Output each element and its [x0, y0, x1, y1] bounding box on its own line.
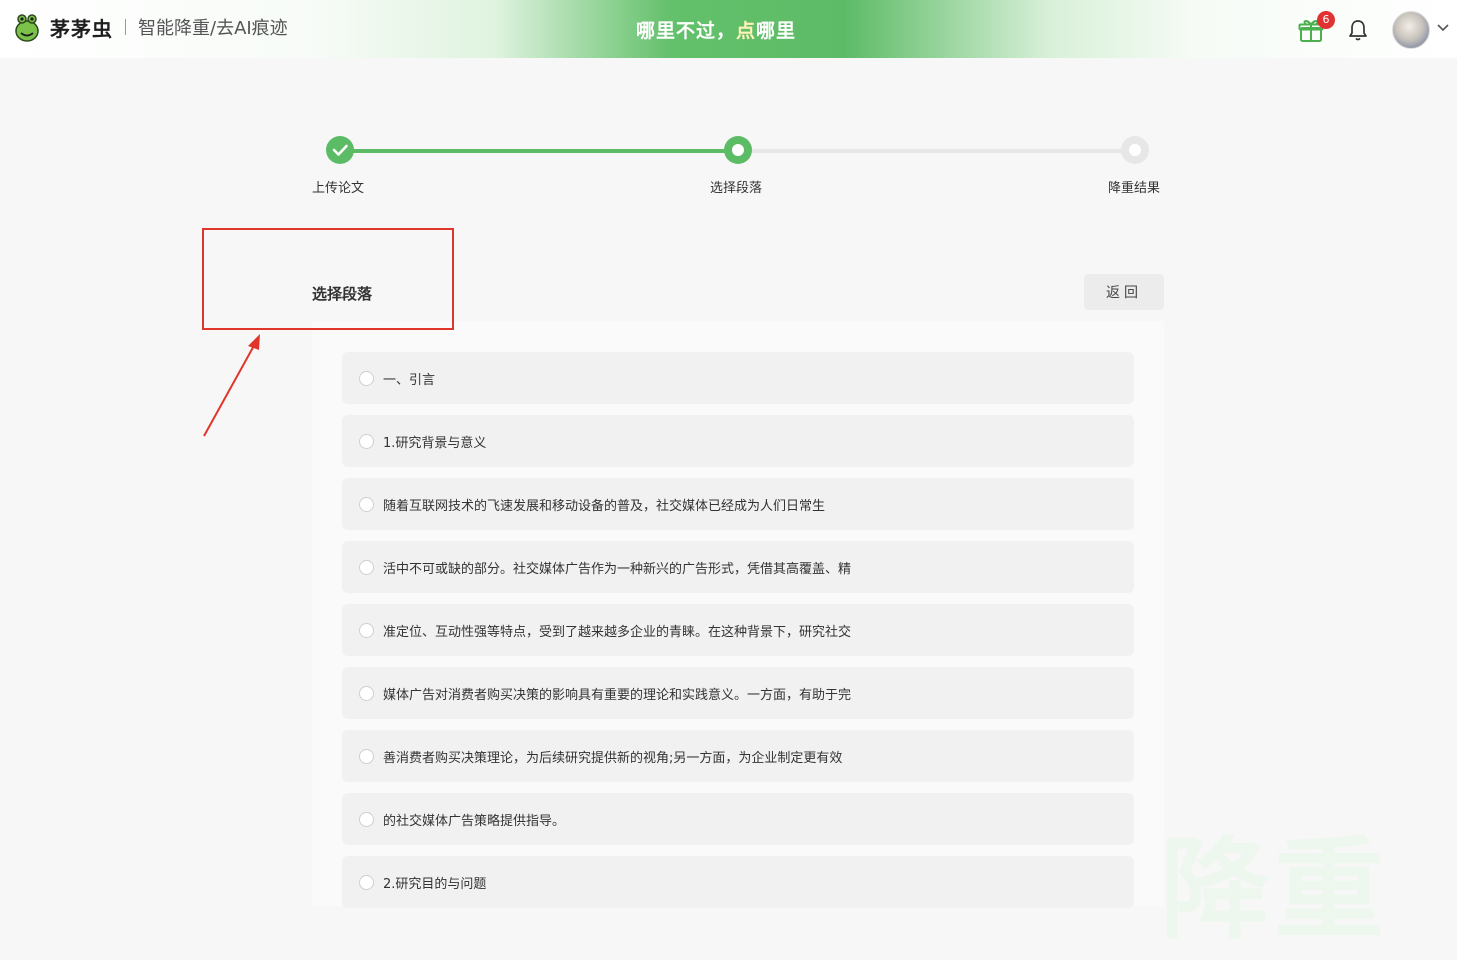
paragraph-radio[interactable]: [359, 874, 374, 890]
paragraph-radio[interactable]: [359, 496, 374, 512]
paragraph-text: 随着互联网技术的飞速发展和移动设备的普及，社交媒体已经成为人们日常生: [383, 498, 826, 514]
top-header: 茅茅虫 智能降重/去AI痕迹 哪里不过，点哪里 6: [0, 0, 1457, 58]
chevron-down-icon[interactable]: [1436, 22, 1450, 34]
slogan-part3: 哪里: [756, 20, 797, 42]
step-select-current-dot: [724, 136, 752, 164]
user-avatar[interactable]: [1392, 11, 1430, 49]
step-label-result: 降重结果: [1108, 181, 1161, 196]
step-label-select: 选择段落: [710, 181, 763, 196]
brand-divider: [125, 19, 126, 35]
bug-logo-icon: [15, 14, 39, 42]
paragraph-item[interactable]: 的社交媒体广告策略提供指导。: [342, 793, 1134, 845]
paragraph-item[interactable]: 1.研究背景与意义: [342, 415, 1134, 467]
paragraph-radio[interactable]: [359, 811, 374, 827]
paragraph-item[interactable]: 准定位、互动性强等特点，受到了越来越多企业的青睐。在这种背景下，研究社交: [342, 604, 1134, 656]
slogan-highlight: 点: [736, 20, 757, 42]
step-progress-line-complete: [340, 149, 738, 153]
step-upload-complete-dot: [326, 136, 354, 164]
paragraph-item[interactable]: 活中不可或缺的部分。社交媒体广告作为一种新兴的广告形式，凭借其高覆盖、精: [342, 541, 1134, 593]
brand-subtitle: 智能降重/去AI痕迹: [138, 18, 288, 39]
paragraph-radio[interactable]: [359, 370, 374, 386]
bell-icon[interactable]: [1346, 18, 1370, 42]
brand-name: 茅茅虫: [50, 16, 113, 41]
paragraph-item[interactable]: 2.研究目的与问题: [342, 856, 1134, 908]
paragraph-text: 准定位、互动性强等特点，受到了越来越多企业的青睐。在这种背景下，研究社交: [383, 624, 852, 640]
paragraph-text: 的社交媒体广告策略提供指导。: [383, 813, 566, 829]
paragraph-radio[interactable]: [359, 433, 374, 449]
back-button[interactable]: 返回: [1084, 274, 1164, 310]
paragraph-radio[interactable]: [359, 559, 374, 575]
step-progress-line-pending: [738, 149, 1135, 153]
slogan-part1: 哪里不过，: [636, 20, 737, 42]
paragraph-text: 活中不可或缺的部分。社交媒体广告作为一种新兴的广告形式，凭借其高覆盖、精: [383, 561, 852, 577]
paragraph-text: 善消费者购买决策理论，为后续研究提供新的视角;另一方面，为企业制定更有效: [383, 750, 843, 766]
paragraph-item[interactable]: 一、引言: [342, 352, 1134, 404]
paragraph-radio[interactable]: [359, 685, 374, 701]
annotation-highlight-box: [202, 228, 454, 330]
watermark-text: 降重: [1160, 826, 1388, 954]
annotation-arrow-icon: [203, 334, 260, 437]
paragraph-radio[interactable]: [359, 748, 374, 764]
paragraph-radio[interactable]: [359, 622, 374, 638]
paragraph-item[interactable]: 善消费者购买决策理论，为后续研究提供新的视角;另一方面，为企业制定更有效: [342, 730, 1134, 782]
paragraph-text: 1.研究背景与意义: [383, 435, 487, 451]
paragraph-text: 媒体广告对消费者购买决策的影响具有重要的理论和实践意义。一方面，有助于完: [383, 687, 852, 703]
paragraph-item[interactable]: 随着互联网技术的飞速发展和移动设备的普及，社交媒体已经成为人们日常生: [342, 478, 1134, 530]
brand-logo[interactable]: 茅茅虫 智能降重/去AI痕迹: [14, 12, 288, 42]
paragraph-text: 2.研究目的与问题: [383, 876, 487, 892]
paragraph-item[interactable]: 媒体广告对消费者购买决策的影响具有重要的理论和实践意义。一方面，有助于完: [342, 667, 1134, 719]
header-slogan: 哪里不过，点哪里: [636, 16, 796, 43]
paragraph-text: 一、引言: [383, 372, 436, 388]
step-result-pending-dot: [1121, 136, 1149, 164]
gift-count-badge: 6: [1317, 11, 1335, 29]
step-label-upload: 上传论文: [312, 181, 365, 196]
check-icon: [332, 144, 348, 156]
